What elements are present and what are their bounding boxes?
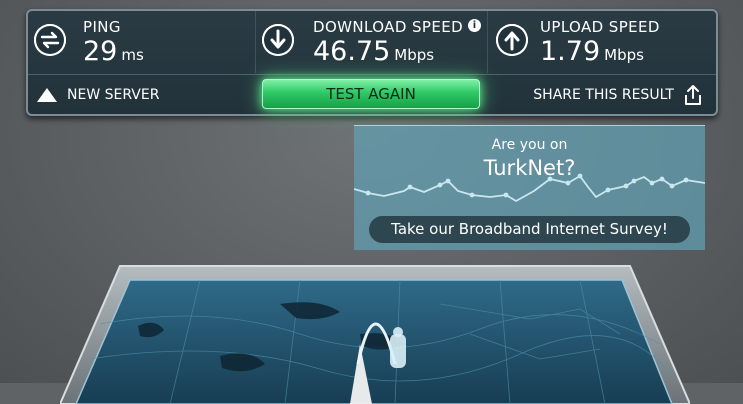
share-icon: [685, 85, 701, 105]
upload-stat: UPLOAD SPEED 1.79 Mbps: [488, 11, 718, 73]
info-icon[interactable]: i: [468, 19, 481, 32]
ping-stat: PING 29 ms: [28, 11, 256, 73]
actions-row: NEW SERVER TEST AGAIN SHARE THIS RESULT: [28, 75, 716, 116]
download-stat: DOWNLOAD SPEED i 46.75 Mbps: [256, 11, 488, 73]
survey-banner[interactable]: Are you on TurkNet? Take our Broadband I…: [354, 125, 705, 250]
upload-arrow-icon: [496, 24, 528, 56]
download-unit: Mbps: [394, 46, 435, 64]
upload-value: 1.79 Mbps: [540, 36, 644, 67]
server-map[interactable]: [60, 264, 690, 404]
download-value: 46.75 Mbps: [313, 36, 435, 67]
ping-arrows-icon: [34, 24, 66, 56]
share-button[interactable]: SHARE THIS RESULT: [533, 83, 702, 107]
ping-value: 29 ms: [83, 36, 144, 67]
ping-label: PING: [83, 18, 121, 36]
triangle-icon: [37, 88, 57, 102]
ping-unit: ms: [121, 46, 144, 64]
stats-row: PING 29 ms DOWNLOAD SPEED i 46.75 Mbps U…: [28, 11, 716, 73]
upload-label: UPLOAD SPEED: [540, 18, 660, 36]
new-server-button[interactable]: NEW SERVER: [36, 83, 159, 107]
share-label: SHARE THIS RESULT: [533, 87, 674, 103]
survey-question: Are you on: [491, 137, 568, 153]
results-panel: PING 29 ms DOWNLOAD SPEED i 46.75 Mbps U…: [26, 9, 718, 116]
download-label: DOWNLOAD SPEED: [313, 18, 464, 36]
test-again-button[interactable]: TEST AGAIN: [262, 79, 480, 109]
survey-button[interactable]: Take our Broadband Internet Survey!: [369, 216, 690, 243]
new-server-label: NEW SERVER: [67, 87, 160, 103]
download-arrow-icon: [262, 24, 294, 56]
upload-unit: Mbps: [604, 46, 644, 64]
